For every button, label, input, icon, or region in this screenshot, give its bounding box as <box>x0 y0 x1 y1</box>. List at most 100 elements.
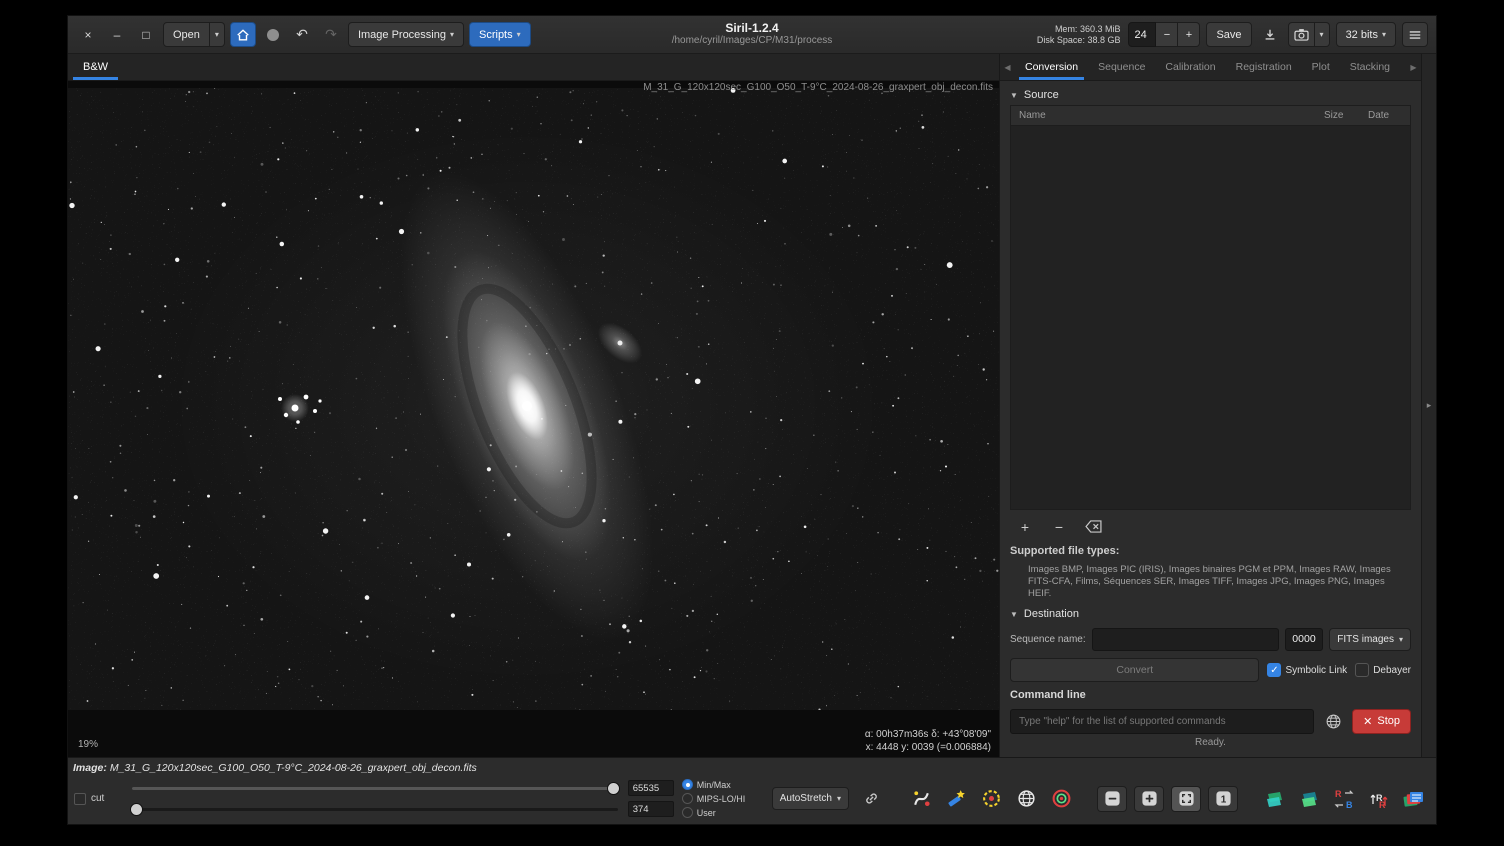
symbolic-link-checkbox[interactable]: ✓ <box>1267 663 1281 677</box>
tab-calibration[interactable]: Calibration <box>1155 54 1225 80</box>
zoom-out-button[interactable] <box>1097 786 1127 812</box>
quick-photometry-button[interactable] <box>1047 785 1075 813</box>
threads-decrease-button[interactable]: − <box>1156 22 1178 47</box>
quick-tools <box>907 785 1075 813</box>
save-button[interactable]: Save <box>1206 22 1251 47</box>
chevron-down-icon: ▾ <box>837 794 841 803</box>
tabs-scroll-right-button[interactable]: ▶ <box>1406 54 1421 80</box>
minimize-button[interactable]: – <box>105 24 129 46</box>
redo-button[interactable]: ↷ <box>319 23 343 47</box>
layers-compose-button[interactable] <box>1295 785 1323 813</box>
threads-input[interactable] <box>1128 22 1156 47</box>
debayer-option[interactable]: Debayer <box>1355 663 1411 677</box>
debayer-checkbox[interactable] <box>1355 663 1369 677</box>
astrometry-button[interactable] <box>1012 785 1040 813</box>
undo-button[interactable]: ↶ <box>290 23 314 47</box>
layers-teal-icon <box>1298 788 1320 810</box>
download-icon <box>1263 28 1277 42</box>
cut-checkbox[interactable] <box>74 793 86 805</box>
zoom-fit-button[interactable] <box>1171 786 1201 812</box>
stretch-mode-dropdown[interactable]: AutoStretch ▾ <box>772 787 849 810</box>
svg-text:1: 1 <box>1220 794 1226 805</box>
channel-align-icon: RR <box>1368 788 1390 810</box>
close-button[interactable]: × <box>76 24 100 46</box>
rgb-swap-button[interactable]: RB <box>1330 785 1358 813</box>
tab-stacking[interactable]: Stacking <box>1340 54 1400 80</box>
sequence-name-input[interactable] <box>1092 628 1280 651</box>
clear-files-button[interactable] <box>1078 515 1108 539</box>
panel-collapse-handle[interactable]: ▸ <box>1421 54 1436 757</box>
tabs-scroll-left-button[interactable]: ◀ <box>1000 54 1015 80</box>
background-extraction-button[interactable] <box>907 785 935 813</box>
command-input[interactable] <box>1010 709 1314 734</box>
close-icon: × <box>84 28 91 42</box>
sequence-name-label: Sequence name: <box>1010 634 1086 645</box>
output-format-dropdown[interactable]: FITS images ▾ <box>1329 628 1411 651</box>
mode-minmax[interactable]: Min/Max <box>682 779 764 791</box>
sequence-index-input[interactable] <box>1285 628 1323 651</box>
user-radio[interactable] <box>682 807 693 818</box>
pixel-math-button[interactable] <box>1260 785 1288 813</box>
zoom-100-button[interactable]: 1 <box>1208 786 1238 812</box>
column-date[interactable]: Date <box>1368 110 1410 121</box>
chevron-right-icon: ▶ <box>1410 63 1416 72</box>
zoom-in-button[interactable] <box>1134 786 1164 812</box>
scripts-button[interactable]: Scripts ▾ <box>469 22 531 47</box>
link-channels-button[interactable] <box>857 785 885 813</box>
mode-user[interactable]: User <box>682 807 764 819</box>
high-threshold-input[interactable] <box>628 780 674 796</box>
image-processing-button[interactable]: Image Processing ▾ <box>348 22 464 47</box>
align-channels-button[interactable]: RR <box>1365 785 1393 813</box>
tab-registration[interactable]: Registration <box>1226 54 1302 80</box>
stop-button[interactable]: ✕ Stop <box>1352 709 1411 734</box>
sequence-frames-button[interactable] <box>1400 785 1428 813</box>
gray-color-toggle-button[interactable] <box>261 23 285 47</box>
minmax-radio[interactable] <box>682 779 693 790</box>
mode-mips[interactable]: MIPS-LO/HI <box>682 793 764 805</box>
tab-plot[interactable]: Plot <box>1302 54 1340 80</box>
low-threshold-slider[interactable] <box>130 802 620 817</box>
sequence-name-row: Sequence name: FITS images ▾ <box>1010 624 1411 654</box>
channel-tools: RB RR <box>1260 785 1428 813</box>
column-name[interactable]: Name <box>1011 110 1324 121</box>
slider-thumb[interactable] <box>130 803 143 816</box>
m31-photo[interactable] <box>68 88 999 710</box>
image-canvas[interactable]: M_31_G_120x120sec_G100_O50_T-9°C_2024-08… <box>68 81 999 757</box>
symbolic-link-option[interactable]: ✓ Symbolic Link <box>1267 663 1347 677</box>
home-icon <box>236 28 250 42</box>
open-recent-dropdown[interactable]: ▾ <box>210 22 225 47</box>
low-threshold-input[interactable] <box>628 801 674 817</box>
slider-track[interactable] <box>132 808 618 811</box>
add-files-button[interactable]: + <box>1010 515 1040 539</box>
chevron-down-icon: ▾ <box>1382 30 1386 39</box>
image-filename: M_31_G_120x120sec_G100_O50_T-9°C_2024-08… <box>110 762 477 774</box>
maximize-button[interactable]: □ <box>134 24 158 46</box>
snapshot-dropdown[interactable]: ▾ <box>1315 22 1330 47</box>
remove-files-button[interactable]: − <box>1044 515 1074 539</box>
tab-bw[interactable]: B&W <box>68 54 123 80</box>
photometry-button[interactable] <box>977 785 1005 813</box>
circle-icon <box>267 29 279 41</box>
open-button[interactable]: Open <box>163 22 210 47</box>
high-threshold-slider[interactable] <box>130 781 620 796</box>
source-expander[interactable]: ▼ Source <box>1010 85 1411 105</box>
threads-increase-button[interactable]: + <box>1178 22 1200 47</box>
chevron-down-icon: ▾ <box>450 30 454 39</box>
command-help-button[interactable] <box>1320 709 1346 734</box>
slider-thumb[interactable] <box>607 782 620 795</box>
home-button[interactable] <box>230 22 256 47</box>
tab-conversion[interactable]: Conversion <box>1015 54 1088 80</box>
save-as-button[interactable] <box>1258 23 1282 47</box>
destination-expander[interactable]: ▼ Destination <box>1010 604 1411 624</box>
convert-button[interactable]: Convert <box>1010 658 1259 682</box>
cut-option[interactable]: cut <box>74 793 122 805</box>
star-processing-button[interactable] <box>942 785 970 813</box>
menu-button[interactable] <box>1402 22 1428 47</box>
threads-spinner: − + <box>1128 22 1200 47</box>
mips-radio[interactable] <box>682 793 693 804</box>
redo-icon: ↷ <box>325 26 337 43</box>
bit-depth-dropdown[interactable]: 32 bits ▾ <box>1336 22 1396 47</box>
tab-sequence[interactable]: Sequence <box>1088 54 1155 80</box>
column-size[interactable]: Size <box>1324 110 1368 121</box>
snapshot-button[interactable] <box>1288 22 1315 47</box>
